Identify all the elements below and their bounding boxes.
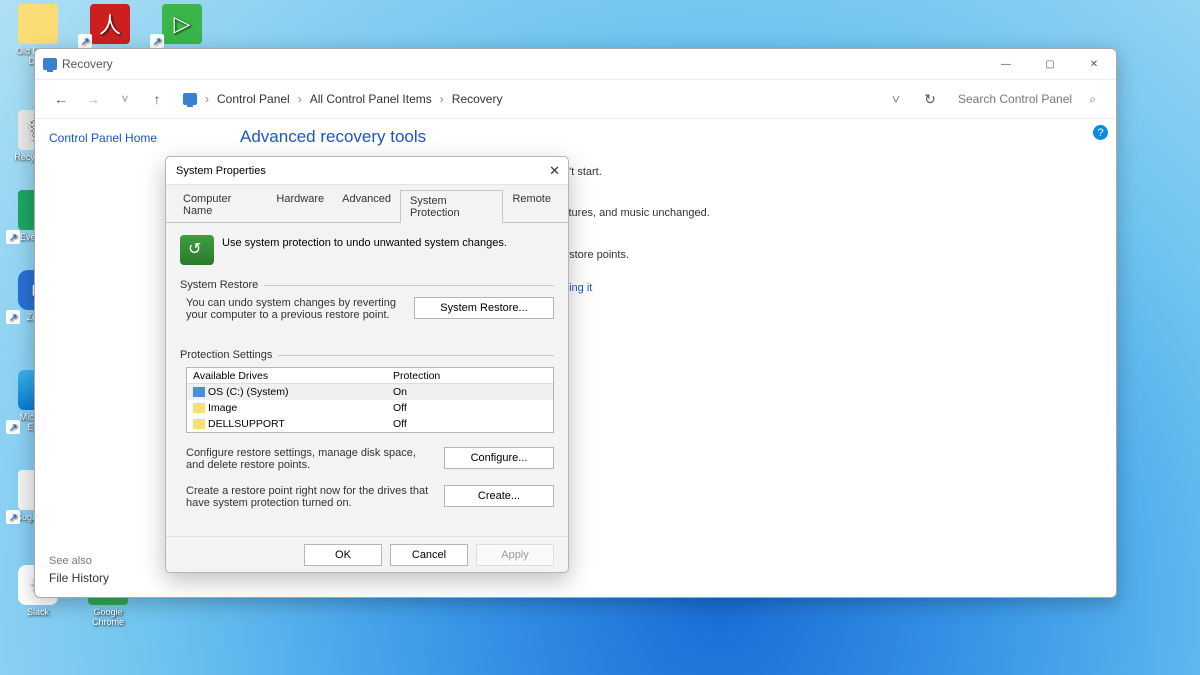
forward-button[interactable]: →	[81, 87, 105, 111]
disk-icon	[193, 387, 205, 397]
see-also-label: See also	[49, 555, 92, 567]
dialog-footer: OK Cancel Apply	[166, 536, 568, 572]
obscured-text: ctures, and music unchanged.	[563, 207, 1108, 219]
file-history-link[interactable]: File History	[49, 571, 109, 585]
tab-strip: Computer Name Hardware Advanced System P…	[166, 185, 568, 223]
shortcut-badge: ↗	[6, 310, 20, 324]
create-description: Create a restore point right now for the…	[186, 485, 434, 509]
ok-button[interactable]: OK	[304, 544, 382, 566]
group-protection-settings: Protection Settings	[180, 349, 554, 361]
dialog-body: Use system protection to undo unwanted s…	[166, 223, 568, 536]
table-row[interactable]: OS (C:) (System) On	[187, 384, 553, 400]
obscured-link[interactable]: tting it	[563, 282, 1108, 294]
tab-advanced[interactable]: Advanced	[333, 189, 400, 222]
folder-icon	[18, 4, 58, 44]
tab-hardware[interactable]: Hardware	[267, 189, 333, 222]
breadcrumb-item[interactable]: Recovery	[452, 92, 503, 106]
col-header-protection: Protection	[387, 369, 553, 383]
window-title: Recovery	[43, 57, 113, 71]
configure-button[interactable]: Configure...	[444, 447, 554, 469]
breadcrumb: › Control Panel › All Control Panel Item…	[183, 92, 876, 106]
system-protection-icon	[180, 235, 214, 265]
icon-label: Slack	[8, 607, 68, 617]
intro-row: Use system protection to undo unwanted s…	[180, 235, 554, 265]
back-button[interactable]: ←	[49, 87, 73, 111]
desktop-icon-green[interactable]: ▷↗	[152, 4, 212, 46]
apply-button[interactable]: Apply	[476, 544, 554, 566]
close-icon[interactable]: ✕	[549, 163, 560, 179]
folder-icon	[193, 403, 205, 413]
maximize-button[interactable]: ▢	[1028, 49, 1072, 79]
nav-toolbar: ← → ˅ ↑ › Control Panel › All Control Pa…	[35, 79, 1116, 119]
circle-arrow-icon: ▷↗	[162, 4, 202, 44]
intro-text: Use system protection to undo unwanted s…	[222, 235, 507, 249]
history-dropdown[interactable]: ˅	[113, 87, 137, 111]
drives-table[interactable]: Available Drives Protection OS (C:) (Sys…	[186, 367, 554, 433]
table-row[interactable]: DELLSUPPORT Off	[187, 416, 553, 432]
icon-label: Google Chrome	[78, 607, 138, 627]
control-panel-icon	[43, 58, 57, 70]
shortcut-badge: ↗	[6, 230, 20, 244]
chevron-right-icon: ›	[440, 92, 444, 106]
system-restore-button[interactable]: System Restore...	[414, 297, 554, 319]
search-input[interactable]: Search Control Panel ⌕	[952, 86, 1102, 112]
table-row[interactable]: Image Off	[187, 400, 553, 416]
folder-icon	[193, 419, 205, 429]
close-button[interactable]: ✕	[1072, 49, 1116, 79]
dialog-title: System Properties	[176, 165, 266, 177]
obscured-text: estore points.	[563, 249, 1108, 261]
group-system-restore: System Restore	[180, 279, 554, 291]
breadcrumb-item[interactable]: Control Panel	[217, 92, 290, 106]
control-panel-icon	[183, 93, 197, 105]
tab-computer-name[interactable]: Computer Name	[174, 189, 267, 222]
create-button[interactable]: Create...	[444, 485, 554, 507]
sidebar-home-link[interactable]: Control Panel Home	[49, 131, 196, 145]
configure-description: Configure restore settings, manage disk …	[186, 447, 434, 471]
cancel-button[interactable]: Cancel	[390, 544, 468, 566]
restore-description: You can undo system changes by reverting…	[186, 297, 404, 321]
shortcut-badge: ↗	[6, 420, 20, 434]
location-dropdown-button[interactable]: ˅	[884, 87, 908, 111]
shortcut-badge: ↗	[150, 34, 164, 48]
tab-system-protection[interactable]: System Protection	[400, 190, 503, 223]
shortcut-badge: ↗	[78, 34, 92, 48]
titlebar: Recovery — ▢ ✕	[35, 49, 1116, 79]
breadcrumb-item[interactable]: All Control Panel Items	[310, 92, 432, 106]
system-properties-dialog: System Properties ✕ Computer Name Hardwa…	[165, 156, 569, 573]
shortcut-badge: ↗	[6, 510, 20, 524]
chevron-right-icon: ›	[205, 92, 209, 106]
window-controls: — ▢ ✕	[984, 49, 1116, 79]
col-header-drives: Available Drives	[187, 369, 387, 383]
tab-remote[interactable]: Remote	[503, 189, 560, 222]
minimize-button[interactable]: —	[984, 49, 1028, 79]
adobe-icon: 人↗	[90, 4, 130, 44]
desktop-icon-adobe[interactable]: 人↗	[80, 4, 140, 46]
search-icon: ⌕	[1089, 92, 1096, 107]
refresh-button[interactable]: ↻	[918, 87, 942, 111]
obscured-text: n't start.	[563, 166, 1108, 178]
dialog-titlebar: System Properties ✕	[166, 157, 568, 185]
page-heading: Advanced recovery tools	[240, 127, 1108, 147]
up-button[interactable]: ↑	[145, 87, 169, 111]
chevron-right-icon: ›	[298, 92, 302, 106]
